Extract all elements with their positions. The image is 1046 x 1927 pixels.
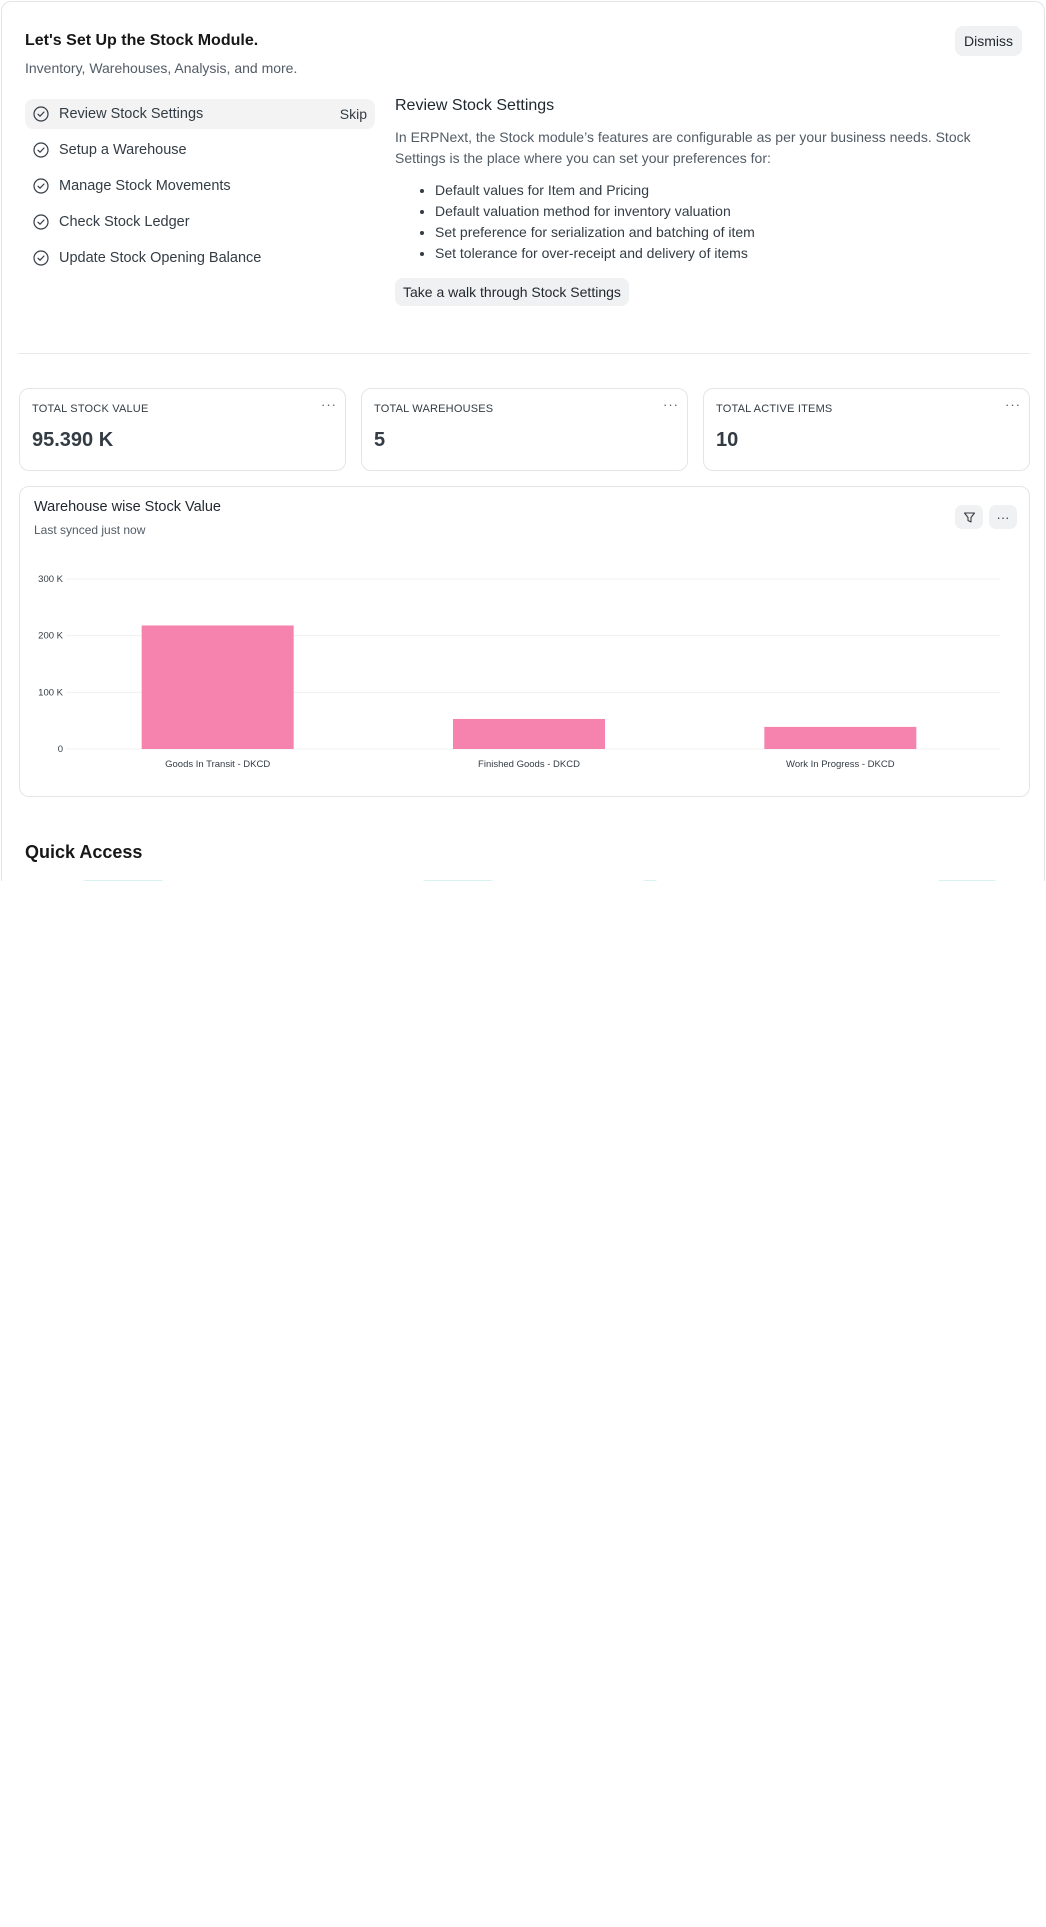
number-card-value: 95.390 K: [32, 429, 114, 451]
x-tick-label: Work In Progress - DKCD: [786, 759, 895, 770]
step-detail: Review Stock Settings In ERPNext, the St…: [395, 97, 1017, 306]
chart-card-warehouse-stock-value: Warehouse wise Stock Value Last synced j…: [19, 486, 1030, 797]
section-divider: [18, 353, 1030, 354]
number-card-label: TOTAL WAREHOUSES: [374, 403, 494, 415]
onboarding-title: Let's Set Up the Stock Module.: [25, 32, 259, 49]
number-card-total-active-items[interactable]: TOTAL ACTIVE ITEMS ··· 10: [703, 388, 1030, 471]
step-label: Review Stock Settings: [59, 106, 204, 122]
list-item: Default valuation method for inventory v…: [435, 201, 1017, 222]
walkthrough-button[interactable]: Take a walk through Stock Settings: [395, 278, 629, 306]
number-card-label: TOTAL STOCK VALUE: [32, 403, 149, 415]
number-card-total-stock-value[interactable]: TOTAL STOCK VALUE ··· 95.390 K: [19, 388, 346, 471]
number-card-total-warehouses[interactable]: TOTAL WAREHOUSES ··· 5: [361, 388, 688, 471]
chart-bar[interactable]: [453, 718, 605, 749]
step-setup-warehouse[interactable]: Setup a Warehouse: [25, 135, 375, 165]
shortcut-peek: [937, 880, 997, 881]
step-update-stock-opening-balance[interactable]: Update Stock Opening Balance: [25, 243, 375, 273]
dismiss-button[interactable]: Dismiss: [955, 26, 1022, 56]
number-card-label: TOTAL ACTIVE ITEMS: [716, 403, 833, 415]
check-circle-icon: [33, 250, 49, 266]
skip-button[interactable]: Skip: [340, 106, 367, 122]
list-item: Set tolerance for over-receipt and deliv…: [435, 243, 1017, 264]
check-circle-icon: [33, 178, 49, 194]
onboarding-subtitle: Inventory, Warehouses, Analysis, and mor…: [25, 60, 298, 76]
step-detail-text: In ERPNext, the Stock module’s features …: [395, 129, 971, 166]
check-circle-icon: [33, 106, 49, 122]
workspace-page: Let's Set Up the Stock Module. Inventory…: [1, 1, 1045, 881]
step-check-stock-ledger[interactable]: Check Stock Ledger: [25, 207, 375, 237]
number-card-value: 5: [374, 429, 386, 451]
step-detail-list: Default values for Item and Pricing Defa…: [395, 180, 1017, 264]
quick-access-title: Quick Access: [25, 842, 143, 862]
list-item: Set preference for serialization and bat…: [435, 222, 1017, 243]
more-icon[interactable]: ···: [1005, 397, 1021, 412]
x-tick-label: Goods In Transit - DKCD: [165, 759, 270, 770]
shortcut-peek: [422, 880, 494, 881]
y-tick-label: 100 K: [38, 687, 63, 698]
more-icon[interactable]: ···: [321, 397, 337, 412]
chart-bar[interactable]: [141, 625, 294, 749]
step-label: Check Stock Ledger: [59, 214, 190, 230]
step-label: Setup a Warehouse: [59, 142, 187, 158]
check-circle-icon: [33, 214, 49, 230]
chart-bar[interactable]: [764, 726, 917, 749]
more-icon[interactable]: ···: [663, 397, 679, 412]
shortcut-peek: [82, 880, 164, 881]
onboarding-steps: Review Stock Settings Skip Setup a Wareh…: [25, 99, 375, 279]
step-label: Manage Stock Movements: [59, 178, 231, 194]
y-tick-label: 0: [58, 744, 63, 755]
shortcut-peek: [642, 880, 658, 881]
step-label: Update Stock Opening Balance: [59, 250, 262, 266]
x-tick-label: Finished Goods - DKCD: [478, 759, 580, 770]
list-item: Default values for Item and Pricing: [435, 180, 1017, 201]
bar-chart: 0 100 K 200 K 300 K Goods In Transit - DKCD F…: [38, 574, 1000, 770]
step-review-stock-settings[interactable]: Review Stock Settings Skip: [25, 99, 375, 129]
step-detail-title: Review Stock Settings: [395, 97, 555, 114]
step-manage-stock-movements[interactable]: Manage Stock Movements: [25, 171, 375, 201]
check-circle-icon: [33, 142, 49, 158]
y-tick-label: 200 K: [38, 631, 63, 642]
y-tick-label: 300 K: [38, 574, 63, 585]
number-card-value: 10: [716, 429, 739, 451]
